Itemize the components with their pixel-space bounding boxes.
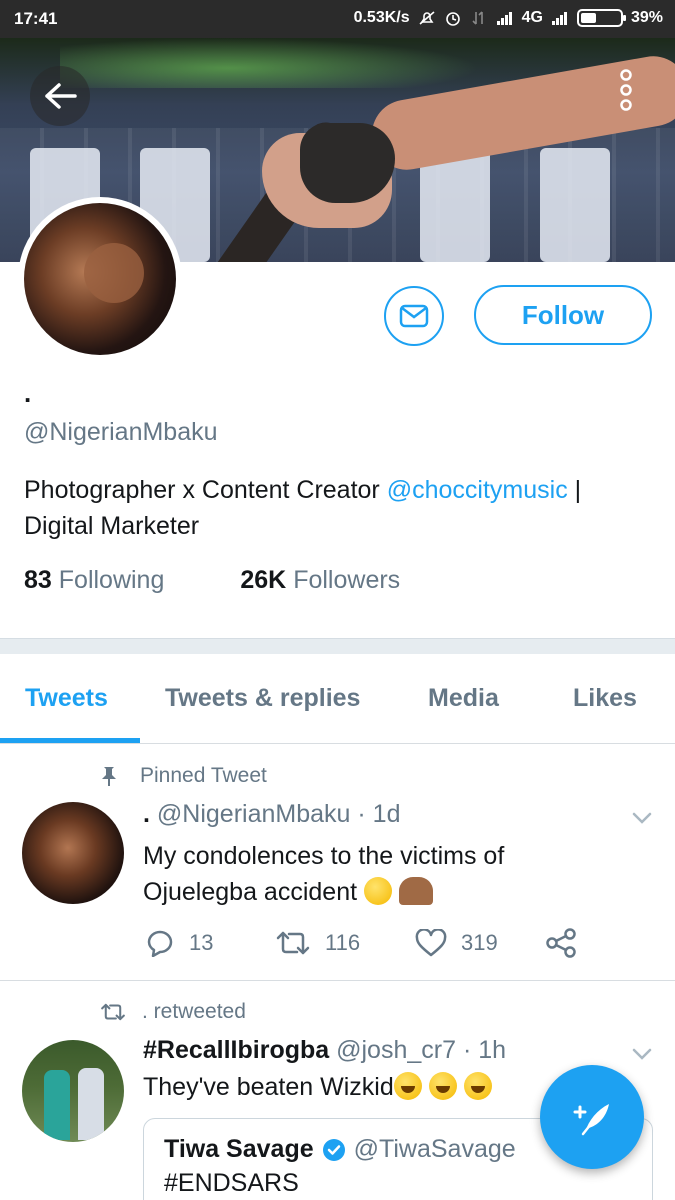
tweet-author-name[interactable]: . <box>143 800 150 828</box>
message-button[interactable] <box>384 286 444 346</box>
signal-icon-2 <box>551 12 567 25</box>
heart-icon <box>415 929 447 957</box>
followers-label: Followers <box>293 566 401 594</box>
follow-button[interactable]: Follow <box>474 285 652 345</box>
tab-media[interactable]: Media <box>428 684 499 713</box>
tab-tweets[interactable]: Tweets <box>25 684 108 713</box>
chevron-down-icon-2[interactable] <box>628 1040 656 1068</box>
profile-tabs: Tweets Tweets & replies Media Likes <box>0 654 675 744</box>
pin-icon <box>102 767 116 786</box>
more-vertical-icon <box>620 69 632 111</box>
tweet-author-handle-2[interactable]: @josh_cr7 <box>336 1036 456 1064</box>
laughing-emoji-icon <box>428 1072 457 1100</box>
bio-text: Photographer x Content Creator <box>24 476 387 504</box>
following-label: Following <box>58 566 165 594</box>
verified-badge-icon <box>322 1138 345 1161</box>
profile-handle: @NigerianMbaku <box>24 418 218 446</box>
tab-tweets-replies[interactable]: Tweets & replies <box>165 684 360 713</box>
section-divider <box>0 638 675 654</box>
profile-avatar[interactable] <box>18 197 182 361</box>
tweet-separator-2: · <box>462 1036 472 1064</box>
tweet-time: 1d <box>372 800 401 828</box>
compose-tweet-button[interactable] <box>540 1065 644 1169</box>
back-arrow-icon <box>45 83 77 109</box>
profile-stats: 83 Following 26K Followers <box>24 566 400 595</box>
signal-icon <box>496 12 512 25</box>
retweeted-label: . retweeted <box>142 1000 246 1023</box>
battery-percent: 39% <box>630 9 663 26</box>
quoted-author-handle: @TiwaSavage <box>353 1135 516 1163</box>
overflow-menu-button[interactable] <box>598 60 654 120</box>
like-count: 319 <box>461 930 498 955</box>
data-arrows-icon <box>472 11 483 25</box>
alarm-icon <box>445 12 460 26</box>
tweet-author-handle[interactable]: @NigerianMbaku <box>157 800 351 828</box>
mute-icon <box>419 11 435 25</box>
followers-stat[interactable]: 26K Followers <box>240 566 400 595</box>
retweet-context-row: . retweeted <box>100 1000 246 1024</box>
status-bar: 17:41 0.53K/s 4G 39% <box>0 0 675 38</box>
share-icon <box>546 928 576 958</box>
quoted-tweet-header: Tiwa Savage @TiwaSavage <box>164 1135 516 1164</box>
tweet-text-2: They've beaten Wizkid <box>143 1072 492 1102</box>
chevron-down-icon[interactable] <box>628 804 656 832</box>
reply-count: 13 <box>189 930 214 955</box>
status-time: 17:41 <box>14 9 58 28</box>
following-count: 83 <box>24 566 52 594</box>
battery-fill <box>580 13 596 23</box>
envelope-icon <box>399 304 429 328</box>
pinned-label: Pinned Tweet <box>140 764 267 787</box>
compose-feather-icon <box>573 1104 609 1136</box>
pensive-emoji-icon <box>364 877 392 905</box>
tweet-avatar[interactable] <box>22 802 124 904</box>
praying-hands-emoji-icon <box>398 877 433 905</box>
tab-likes[interactable]: Likes <box>573 684 637 713</box>
reply-icon <box>147 930 173 957</box>
like-action[interactable]: 319 <box>415 929 545 957</box>
bio-mention-link[interactable]: @choccitymusic <box>387 476 568 504</box>
laughing-emoji-icon <box>463 1072 492 1100</box>
tweet-header: . @NigerianMbaku · 1d <box>143 800 400 829</box>
share-action[interactable] <box>545 928 577 958</box>
retweet-action[interactable]: 116 <box>275 930 415 956</box>
battery-icon <box>576 9 626 27</box>
status-right: 0.53K/s 4G 39% <box>354 9 663 27</box>
pinned-label-row: Pinned Tweet <box>100 764 267 788</box>
tweet-separator: · <box>357 800 366 828</box>
profile-bio: Photographer x Content Creator @choccity… <box>24 472 654 544</box>
retweet-small-icon <box>101 1003 125 1021</box>
network-type: 4G <box>521 9 543 26</box>
tweet-actions: 13 116 319 <box>145 928 577 958</box>
tweet-time-2: 1h <box>478 1036 507 1064</box>
laughing-emoji-icon <box>393 1072 422 1100</box>
following-stat[interactable]: 83 Following <box>24 566 164 595</box>
quoted-author-name: Tiwa Savage <box>164 1135 314 1163</box>
display-name: . <box>24 378 32 408</box>
retweet-icon <box>276 931 310 955</box>
reply-action[interactable]: 13 <box>145 929 275 957</box>
quoted-tweet-text: #ENDSARS <box>164 1169 299 1197</box>
tweet-text-body: My condolences to the victims of Ojueleg… <box>143 842 505 906</box>
tweet-text: My condolences to the victims of Ojueleg… <box>143 838 623 910</box>
tweet-header-2: #RecallIbirogba @josh_cr7 · 1h <box>143 1036 506 1065</box>
tweet-author-name-2[interactable]: #RecallIbirogba <box>143 1036 329 1064</box>
retweet-count: 116 <box>325 930 361 955</box>
back-button[interactable] <box>30 66 90 126</box>
network-speed: 0.53K/s <box>353 9 410 26</box>
active-tab-indicator <box>0 738 140 743</box>
tweet-separator-line <box>0 980 675 981</box>
tweet-avatar-2[interactable] <box>22 1040 124 1142</box>
followers-count: 26K <box>240 566 287 594</box>
tweet-text-body-2: They've beaten Wizkid <box>143 1073 394 1101</box>
